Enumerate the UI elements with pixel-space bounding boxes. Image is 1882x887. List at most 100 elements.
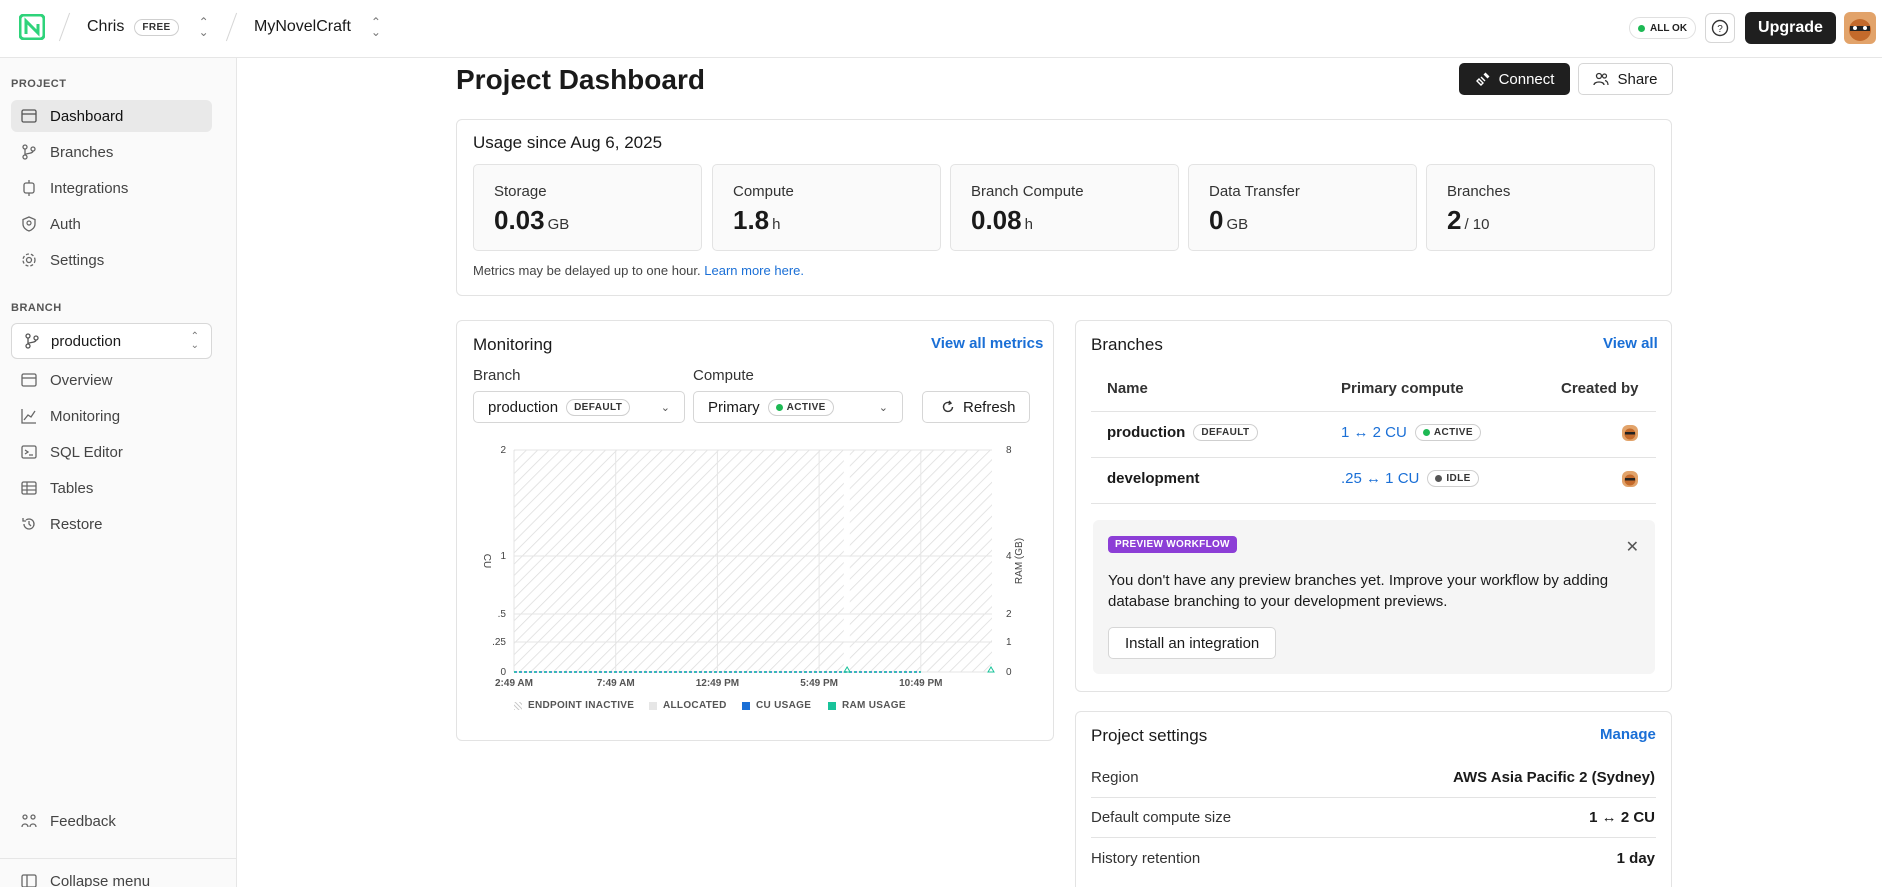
legend-swatch bbox=[828, 701, 836, 710]
y-tick-label: 1 bbox=[500, 551, 506, 562]
compute-link[interactable]: 1 ↔ 2 CU ACTIVE bbox=[1341, 424, 1481, 441]
install-integration-button[interactable]: Install an integration bbox=[1108, 627, 1277, 659]
connect-button[interactable]: Connect bbox=[1459, 63, 1570, 95]
usage-metric-value: 2/ 10 bbox=[1447, 205, 1490, 235]
monitoring-title: Monitoring bbox=[473, 335, 553, 354]
project-switcher[interactable]: MyNovelCraft ⌃ ⌄ bbox=[254, 16, 381, 38]
org-switcher[interactable]: Chris FREE ⌃ ⌄ bbox=[87, 15, 209, 39]
usage-metric-label: Data Transfer bbox=[1209, 183, 1300, 200]
sidebar-item-label: Collapse menu bbox=[50, 872, 151, 887]
sidebar: PROJECT Dashboard Branches Integrations … bbox=[0, 58, 237, 887]
collapse-menu-button[interactable]: Collapse menu bbox=[11, 865, 212, 887]
manage-settings-link[interactable]: Manage bbox=[1600, 726, 1656, 743]
sidebar-item-monitoring[interactable]: Monitoring bbox=[11, 400, 212, 432]
branch-row-development[interactable]: development bbox=[1107, 470, 1200, 487]
sidebar-item-label: Tables bbox=[50, 479, 94, 497]
share-button[interactable]: Share bbox=[1578, 63, 1673, 95]
legend-label: CU USAGE bbox=[756, 700, 812, 711]
branch-row-production[interactable]: production DEFAULT bbox=[1107, 424, 1258, 441]
usage-metric-branch-compute: Branch Compute 0.08 h bbox=[950, 164, 1179, 251]
chevron-down-icon: ⌄ bbox=[878, 402, 888, 414]
sidebar-item-overview[interactable]: Overview bbox=[11, 364, 212, 396]
preview-workflow-text: You don't have any preview branches yet.… bbox=[1108, 572, 1609, 610]
row-divider bbox=[1091, 797, 1656, 798]
compute-range: 1 ↔ 2 CU bbox=[1341, 424, 1407, 441]
legend-endpoint-inactive: ENDPOINT INACTIVE bbox=[514, 700, 634, 711]
chevron-up-down-icon: ⌃ ⌄ bbox=[198, 15, 209, 39]
monitoring-icon bbox=[20, 407, 38, 425]
y2-tick-label: 8 bbox=[1006, 445, 1012, 456]
restore-icon bbox=[20, 515, 38, 533]
setting-value-region: AWS Asia Pacific 2 (Sydney) bbox=[1452, 769, 1655, 786]
usage-metric-label: Compute bbox=[733, 183, 794, 200]
usage-metric-label: Branch Compute bbox=[971, 183, 1084, 200]
x-tick-label: 2:49 AM bbox=[495, 678, 533, 689]
learn-more-link[interactable]: Learn more here. bbox=[704, 263, 804, 278]
view-all-branches-link[interactable]: View all bbox=[1603, 335, 1658, 352]
view-all-metrics-link[interactable]: View all metrics bbox=[931, 335, 1043, 352]
neon-logo-icon[interactable] bbox=[19, 14, 45, 40]
legend-swatch bbox=[742, 701, 750, 710]
sidebar-item-branches[interactable]: Branches bbox=[11, 136, 212, 168]
project-settings-title: Project settings bbox=[1091, 726, 1208, 745]
legend-label: RAM USAGE bbox=[842, 700, 906, 711]
sidebar-item-feedback[interactable]: Feedback bbox=[11, 805, 212, 837]
avatar-image bbox=[1622, 425, 1638, 441]
y-tick-label: 0 bbox=[500, 667, 506, 678]
help-icon: ? bbox=[1711, 19, 1729, 37]
x-tick-label: 10:49 PM bbox=[899, 678, 942, 689]
plug-icon bbox=[1475, 72, 1490, 86]
branch-select[interactable]: production DEFAULT ⌄ bbox=[473, 391, 685, 423]
default-badge: DEFAULT bbox=[1193, 424, 1258, 441]
column-header-primary-compute: Primary compute bbox=[1341, 380, 1464, 397]
overview-icon bbox=[20, 371, 38, 389]
help-button[interactable]: ? bbox=[1705, 13, 1735, 43]
branches-title: Branches bbox=[1091, 335, 1163, 354]
sidebar-item-restore[interactable]: Restore bbox=[11, 508, 212, 540]
sidebar-item-sql-editor[interactable]: SQL Editor bbox=[11, 436, 212, 468]
status-dot bbox=[775, 403, 783, 411]
legend-label: ENDPOINT INACTIVE bbox=[528, 700, 635, 711]
sidebar-item-dashboard[interactable]: Dashboard bbox=[11, 100, 212, 132]
active-badge: ACTIVE bbox=[1414, 424, 1481, 441]
x-tick-label: 5:49 PM bbox=[800, 678, 838, 689]
sidebar-item-integrations[interactable]: Integrations bbox=[11, 172, 212, 204]
page-title: Project Dashboard bbox=[456, 64, 705, 95]
legend-allocated: ALLOCATED bbox=[649, 700, 727, 711]
compute-link[interactable]: .25 ↔ 1 CU IDLE bbox=[1341, 470, 1479, 487]
usage-metric-data-transfer: Data Transfer 0 GB bbox=[1188, 164, 1417, 251]
user-avatar[interactable] bbox=[1844, 12, 1876, 44]
upgrade-button[interactable]: Upgrade bbox=[1745, 12, 1836, 44]
usage-metric-value: 0.08 h bbox=[971, 205, 1033, 235]
sidebar-item-label: Integrations bbox=[50, 179, 129, 197]
status-badge[interactable]: ALL OK bbox=[1629, 17, 1697, 39]
sidebar-item-settings[interactable]: Settings bbox=[11, 244, 212, 276]
branch-field-label: Branch bbox=[473, 367, 521, 384]
usage-metric-branches: Branches 2/ 10 bbox=[1426, 164, 1655, 251]
legend-cu-usage: CU USAGE bbox=[742, 700, 811, 711]
row-divider bbox=[1091, 503, 1656, 504]
close-icon[interactable]: ✕ bbox=[1626, 537, 1639, 557]
preview-workflow-panel: PREVIEW WORKFLOW ✕ You don't have any pr… bbox=[1093, 520, 1655, 674]
legend-ram-usage: RAM USAGE bbox=[828, 700, 906, 711]
sidebar-item-auth[interactable]: Auth bbox=[11, 208, 212, 240]
branch-selector[interactable]: production ⌃ ⌄ bbox=[11, 323, 212, 359]
compute-select[interactable]: Primary ACTIVE ⌄ bbox=[693, 391, 903, 423]
setting-label-history-retention: History retention bbox=[1091, 850, 1201, 867]
preview-workflow-badge: PREVIEW WORKFLOW bbox=[1108, 536, 1237, 553]
usage-note: Metrics may be delayed up to one hour. L… bbox=[473, 263, 804, 278]
connect-label: Connect bbox=[1498, 70, 1555, 88]
y-tick-label: .25 bbox=[492, 637, 506, 648]
sidebar-section-branch: BRANCH bbox=[11, 302, 62, 314]
y2-tick-label: 0 bbox=[1006, 667, 1012, 678]
sidebar-item-tables[interactable]: Tables bbox=[11, 472, 212, 504]
sidebar-item-label: Dashboard bbox=[50, 107, 124, 125]
column-header-created-by: Created by bbox=[1561, 380, 1639, 397]
idle-badge: IDLE bbox=[1427, 470, 1479, 487]
gear-icon bbox=[20, 251, 38, 269]
breadcrumb-separator bbox=[225, 12, 238, 42]
refresh-button[interactable]: Refresh bbox=[922, 391, 1030, 423]
branch-name: development bbox=[1107, 470, 1200, 487]
row-divider bbox=[1091, 457, 1656, 458]
legend-swatch bbox=[514, 701, 522, 710]
